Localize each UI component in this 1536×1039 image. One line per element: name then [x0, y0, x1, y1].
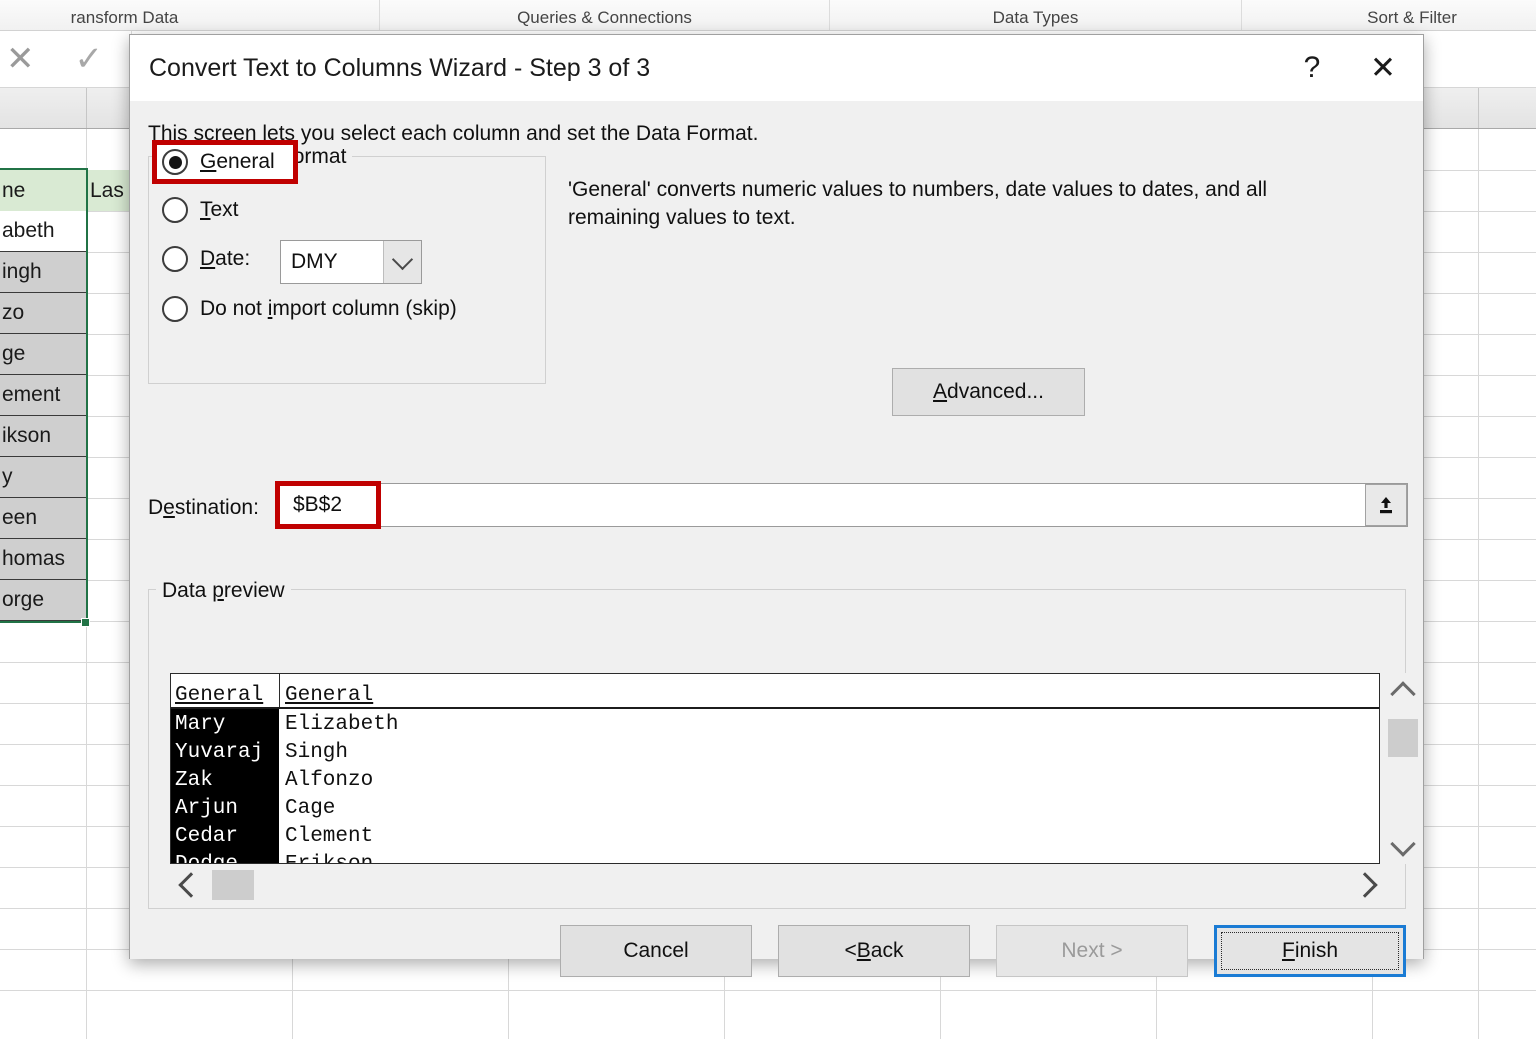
excel-cell-a2[interactable]: ingh: [0, 252, 86, 293]
data-preview-cell-r3c1: Zak: [175, 769, 213, 792]
confirm-entry-icon[interactable]: ✓: [75, 42, 104, 76]
data-preview-legend: Data preview: [156, 579, 291, 603]
destination-value: $B$2: [293, 493, 343, 516]
vertical-scrollbar-thumb[interactable]: [1388, 719, 1418, 757]
dialog-title: Convert Text to Columns Wizard - Step 3 …: [149, 53, 651, 82]
date-format-select[interactable]: DMY: [280, 240, 422, 284]
radio-text[interactable]: Text: [162, 197, 239, 223]
excel-cell-a10[interactable]: orge: [0, 580, 86, 621]
excel-cell-a7[interactable]: y: [0, 457, 86, 498]
ribbon-group-sort-filter[interactable]: Sort & Filter: [1242, 0, 1536, 30]
dialog-titlebar: Convert Text to Columns Wizard - Step 3 …: [130, 35, 1423, 101]
data-preview-cell-r6c1: Dodge: [175, 851, 238, 863]
close-icon[interactable]: ✕: [1343, 35, 1423, 101]
excel-cell-a8[interactable]: een: [0, 498, 86, 539]
data-preview-horizontal-scrollbar[interactable]: [170, 867, 1385, 903]
back-button[interactable]: < Back: [778, 925, 970, 977]
data-preview-cell-r2c1: Yuvaraj: [175, 741, 264, 764]
chevron-down-icon[interactable]: [1385, 828, 1421, 864]
radio-button-icon-skip[interactable]: [162, 296, 188, 322]
excel-cell-a9[interactable]: homas: [0, 539, 86, 580]
dialog-body: This screen lets you select each column …: [130, 101, 1423, 977]
ribbon-group-bar: ransform Data Queries & Connections Data…: [0, 0, 1536, 31]
cancel-entry-icon[interactable]: ✕: [6, 42, 35, 76]
data-preview-cell-r4c1: Arjun: [175, 797, 239, 820]
ribbon-group-data-types[interactable]: Data Types: [830, 0, 1242, 30]
excel-cell-a4[interactable]: ge: [0, 334, 86, 375]
data-preview-cell-r5c1: Cedar: [175, 825, 239, 848]
question-mark-icon[interactable]: ?: [1281, 35, 1343, 101]
collapse-dialog-icon[interactable]: [1365, 484, 1407, 526]
data-preview-cell-r1c1: Mary: [175, 713, 226, 736]
destination-label: Destination:: [148, 496, 259, 519]
radio-button-icon-general[interactable]: [162, 149, 188, 175]
next-button: Next >: [996, 925, 1188, 977]
radio-button-icon-text[interactable]: [162, 197, 188, 223]
radio-label-date: Date:: [200, 247, 251, 270]
excel-cell-a6[interactable]: ikson: [0, 416, 86, 457]
data-preview-header-row: General General: [171, 674, 1379, 709]
destination-input[interactable]: $B$2: [278, 483, 1408, 527]
chevron-down-icon[interactable]: [383, 241, 421, 283]
date-format-value: DMY: [291, 250, 338, 273]
chevron-right-icon[interactable]: [1349, 867, 1385, 903]
advanced-button[interactable]: Advanced...: [892, 368, 1085, 416]
data-preview-header-col1[interactable]: General: [175, 684, 263, 707]
data-preview-header-col2[interactable]: General: [285, 684, 373, 707]
titlebar-buttons: ? ✕: [1281, 35, 1423, 101]
radio-button-icon-date[interactable]: [162, 246, 188, 272]
chevron-left-icon[interactable]: [170, 867, 206, 903]
excel-cell-a1[interactable]: abeth: [0, 211, 86, 252]
data-preview-cell-r6c2: Erikson: [285, 851, 373, 863]
format-description: 'General' converts numeric values to num…: [568, 178, 1268, 230]
radio-label-text: Text: [200, 198, 239, 221]
radio-skip-column[interactable]: Do not import column (skip): [162, 296, 457, 322]
radio-general[interactable]: General: [162, 149, 275, 175]
excel-fill-handle[interactable]: [81, 618, 90, 627]
excel-cell-a3[interactable]: zo: [0, 293, 86, 334]
data-preview-table[interactable]: General General Mary Yuvaraj Zak Arjun C…: [170, 673, 1380, 864]
radio-label-general: General: [200, 150, 275, 173]
data-preview-cell-r1c2: Elizabeth: [285, 713, 399, 736]
radio-label-skip: Do not import column (skip): [200, 297, 457, 320]
data-preview-cell-r5c2: Clement: [285, 825, 374, 848]
chevron-up-icon[interactable]: [1385, 673, 1421, 709]
data-preview-body: Mary Yuvaraj Zak Arjun Cedar Dodge Eliza…: [171, 709, 1379, 863]
finish-button[interactable]: Finish: [1214, 925, 1406, 977]
excel-cell-header-a[interactable]: ne: [0, 170, 86, 211]
data-preview-cell-r3c2: Alfonzo: [285, 769, 374, 792]
data-preview-vertical-scrollbar[interactable]: [1385, 673, 1421, 864]
ribbon-group-queries-connections[interactable]: Queries & Connections: [380, 0, 830, 30]
cancel-button[interactable]: Cancel: [560, 925, 752, 977]
convert-text-to-columns-dialog: Convert Text to Columns Wizard - Step 3 …: [129, 34, 1424, 977]
excel-cell-a5[interactable]: ement: [0, 375, 86, 416]
data-preview-cell-r2c2: Singh: [285, 741, 349, 764]
data-preview-cell-r4c2: Cage: [285, 797, 336, 820]
ribbon-group-get-transform-data[interactable]: ransform Data: [0, 0, 380, 30]
formula-bar-icons: ✕ ✓: [0, 31, 132, 87]
horizontal-scrollbar-thumb[interactable]: [212, 870, 254, 900]
radio-date[interactable]: Date:: [162, 246, 250, 272]
